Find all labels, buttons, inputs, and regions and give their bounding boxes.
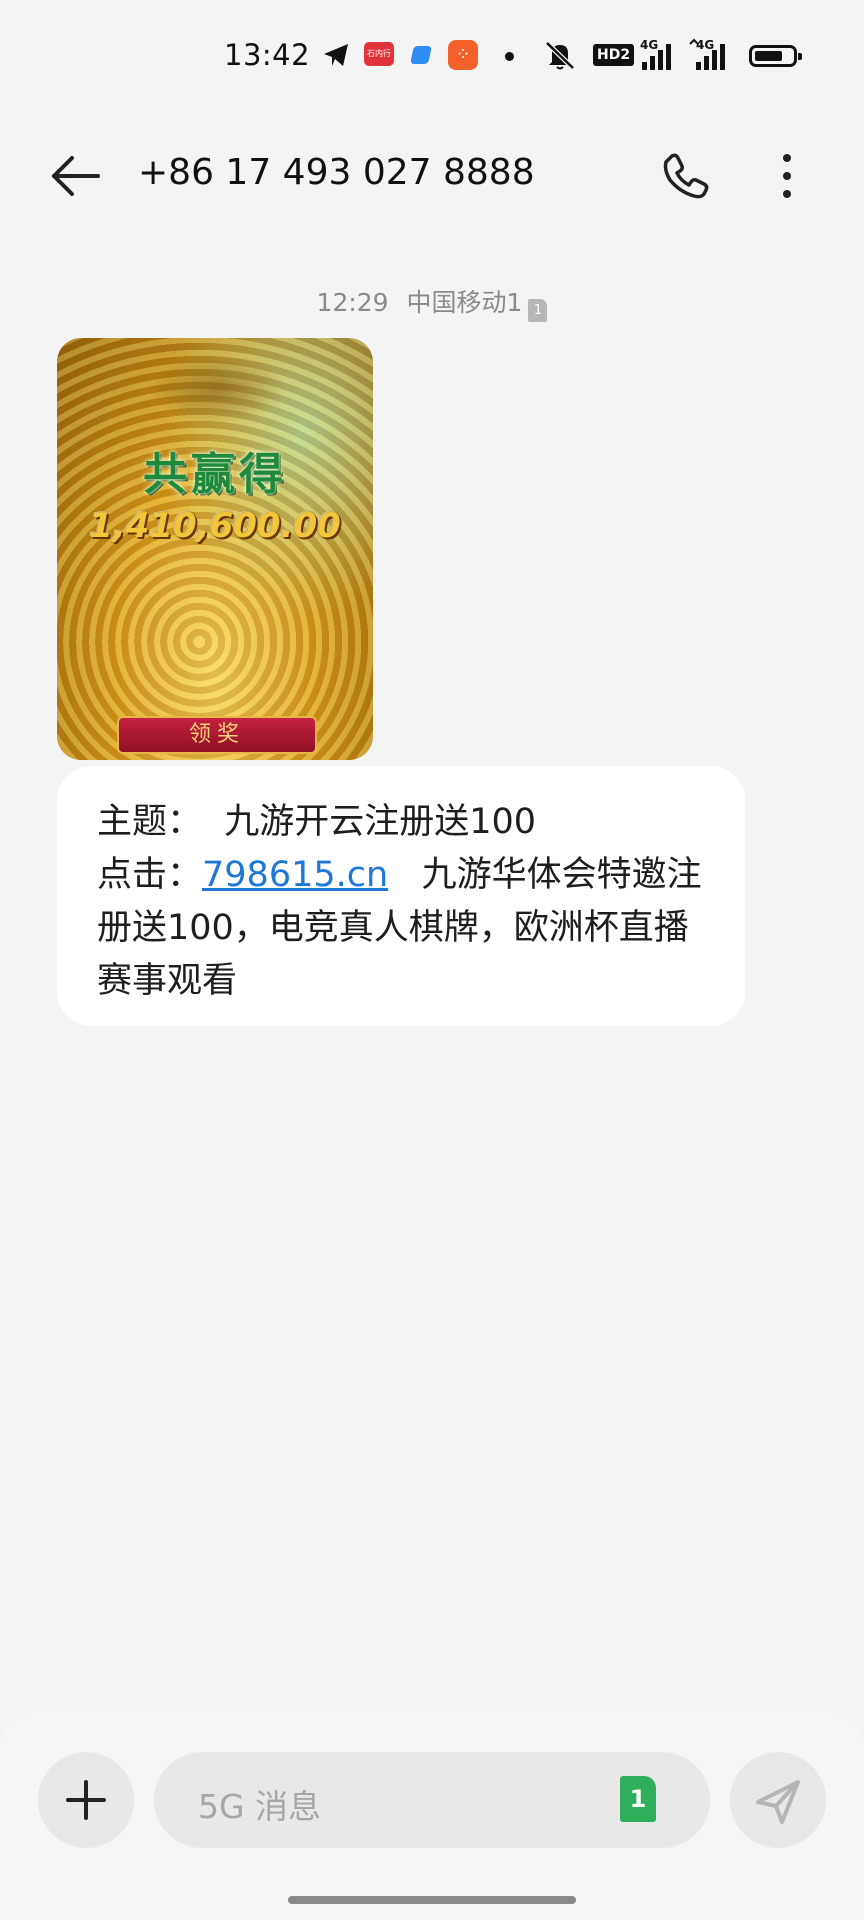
message-image-card[interactable]: 共赢得 1,410,600.00 领奖 [57,338,373,760]
carrier-label: 中国移动1 [406,288,523,317]
status-time: 13:42 [224,38,311,72]
plus-icon[interactable] [38,1752,134,1848]
hd-icon: HD2 [593,44,635,66]
contact-title[interactable]: +86 17 493 027 8888 [138,152,535,193]
message-subject-line: 主题： 九游开云注册送100 [97,802,537,842]
battery-icon [749,45,802,67]
phone-icon[interactable] [660,150,712,202]
message-timestamp-row: 12:29 中国移动1 1 [0,283,864,322]
dragon-image [147,354,287,424]
message-body: 主题： 九游开云注册送100 点击：798615.cn 九游华体会特邀注册送10… [97,796,705,1008]
card-claim-button[interactable]: 领奖 [117,716,317,754]
message-input-placeholder: 5G 消息 [198,1787,322,1826]
status-bar: 13:42 石内行 ⁘ HD2 4G 4G [0,0,864,112]
home-indicator[interactable] [288,1896,576,1904]
app-notification-icon [410,46,432,64]
compose-bar: 5G 消息 1 [0,1712,864,1920]
telegram-icon [324,44,348,66]
more-vertical-icon[interactable] [770,150,804,202]
back-arrow-icon[interactable] [48,152,104,200]
card-headline: 共赢得 [143,449,287,500]
dot-icon [505,52,514,61]
sim-card-icon: 1 [528,299,548,322]
mute-icon [545,41,575,70]
card-amount: 1,410,600.00 [89,506,341,546]
app-notification-icon: ⁘ [448,40,478,70]
send-icon[interactable] [730,1752,826,1848]
signal-icon: 4G [638,38,678,72]
message-input[interactable]: 5G 消息 1 [154,1752,710,1848]
message-link-prefix: 点击： [97,855,203,895]
sim-selector-badge[interactable]: 1 [620,1776,656,1822]
conversation-header: +86 17 493 027 8888 [0,130,864,220]
app-notification-icon: 石内行 [364,42,394,66]
message-time: 12:29 [316,288,389,317]
message-bubble: 主题： 九游开云注册送100 点击：798615.cn 九游华体会特邀注册送10… [57,766,745,1026]
message-link[interactable]: 798615.cn [202,855,388,895]
signal-icon: 4G [688,38,734,72]
